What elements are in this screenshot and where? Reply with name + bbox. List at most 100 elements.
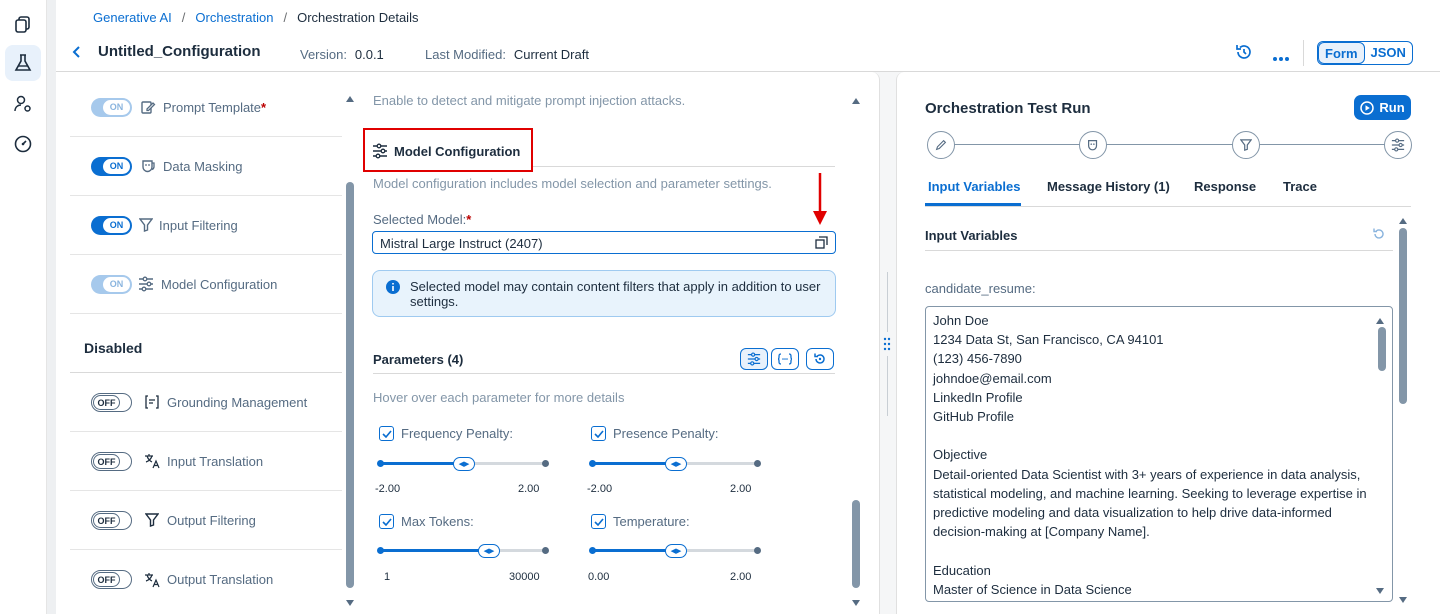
scroll-up-arrow[interactable] <box>346 90 354 102</box>
slider-handle[interactable]: ◀▶ <box>453 457 475 471</box>
resume-line: statistical modeling, and machine learni… <box>933 485 1367 501</box>
copy-icon[interactable] <box>5 6 41 42</box>
flask-icon[interactable] <box>5 45 41 81</box>
info-icon <box>386 280 400 297</box>
code-view-button[interactable] <box>771 348 799 370</box>
frequency-penalty-slider[interactable]: ◀▶ <box>377 457 549 471</box>
candidate-resume-textarea[interactable]: John Doe 1234 Data St, San Francisco, CA … <box>925 306 1393 602</box>
more-options-icon[interactable] <box>1272 49 1290 65</box>
scroll-up-arrow[interactable] <box>1376 312 1384 328</box>
resume-line: Master of Science in Data Science <box>933 581 1132 597</box>
sliders-icon <box>138 276 154 292</box>
run-button[interactable]: Run <box>1354 95 1411 120</box>
version-label: Version: <box>300 47 347 62</box>
breadcrumb-generative-ai[interactable]: Generative AI <box>93 10 172 25</box>
info-text: Selected model may contain content filte… <box>410 279 821 309</box>
user-settings-icon[interactable] <box>5 86 41 122</box>
sliders-view-button[interactable] <box>740 348 768 370</box>
test-run-scrollbar[interactable] <box>1399 228 1407 404</box>
scroll-up-arrow[interactable] <box>852 92 860 108</box>
slider-handle[interactable]: ◀▶ <box>478 544 500 558</box>
tab-trace[interactable]: Trace <box>1283 179 1317 194</box>
step-model-configuration[interactable] <box>1384 131 1412 159</box>
module-output-filtering[interactable]: OFF Output Filtering <box>70 491 342 550</box>
scroll-down-arrow[interactable] <box>346 594 354 606</box>
module-input-translation[interactable]: OFF Input Translation <box>70 432 342 491</box>
module-list-scrollbar[interactable] <box>346 182 354 588</box>
param-temperature: Temperature: <box>591 514 690 529</box>
scroll-down-arrow[interactable] <box>1376 582 1384 598</box>
input-filtering-toggle[interactable]: ON <box>91 215 132 235</box>
breadcrumb-orchestration[interactable]: Orchestration <box>195 10 273 25</box>
translate-icon <box>144 453 160 469</box>
scroll-down-arrow[interactable] <box>1399 591 1407 607</box>
presence-penalty-slider[interactable]: ◀▶ <box>589 457 761 471</box>
module-label: Prompt Template* <box>163 99 267 115</box>
tab-response[interactable]: Response <box>1194 179 1256 194</box>
model-configuration-toggle[interactable]: ON <box>91 274 132 294</box>
tab-message-history[interactable]: Message History (1) <box>1047 179 1170 194</box>
grounding-toggle[interactable]: OFF <box>91 392 132 412</box>
selected-model-field[interactable]: Mistral Large Instruct (2407) <box>372 231 836 254</box>
title-divider <box>533 166 835 167</box>
step-data-masking[interactable] <box>1079 131 1107 159</box>
temperature-slider[interactable]: ◀▶ <box>589 544 761 558</box>
stepper-line <box>942 144 1398 145</box>
output-translation-toggle[interactable]: OFF <box>91 570 132 589</box>
config-scrollbar[interactable] <box>852 500 860 588</box>
temperature-checkbox[interactable] <box>591 514 606 529</box>
prompt-shield-description: Enable to detect and mitigate prompt inj… <box>373 93 686 108</box>
reset-parameters-button[interactable] <box>806 348 834 370</box>
textarea-scrollbar[interactable] <box>1378 327 1386 371</box>
resume-line <box>933 426 1373 445</box>
resume-line: Objective <box>933 447 988 463</box>
module-input-filtering[interactable]: ON Input Filtering <box>70 196 342 255</box>
history-icon[interactable] <box>1235 43 1253 64</box>
frequency-penalty-checkbox[interactable] <box>379 426 394 441</box>
input-translation-toggle[interactable]: OFF <box>91 451 132 471</box>
prompt-template-toggle[interactable]: ON <box>91 97 132 117</box>
module-label: Output Filtering <box>167 512 256 528</box>
reset-icon[interactable] <box>1372 227 1386 244</box>
last-modified-label: Last Modified: <box>425 47 506 62</box>
param-label: Max Tokens: <box>401 514 474 529</box>
back-chevron-icon[interactable] <box>70 44 84 63</box>
slider-handle[interactable]: ◀▶ <box>665 457 687 471</box>
resume-line: Education <box>933 562 991 578</box>
step-prompt-template[interactable] <box>927 131 955 159</box>
sliders-icon <box>747 352 761 366</box>
max-tokens-slider[interactable]: ◀▶ <box>377 544 549 558</box>
max-tokens-checkbox[interactable] <box>379 514 394 529</box>
slider-handle[interactable]: ◀▶ <box>665 544 687 558</box>
module-model-configuration[interactable]: ON Model Configuration <box>70 255 342 314</box>
data-masking-toggle[interactable]: ON <box>91 156 132 176</box>
resume-line: decision-making at [Company Name]. <box>933 524 1150 540</box>
param-presence-penalty: Presence Penalty: <box>591 426 719 441</box>
dashboard-gauge-icon[interactable] <box>5 126 41 162</box>
scroll-up-arrow[interactable] <box>1399 212 1407 228</box>
module-prompt-template[interactable]: ON Prompt Template* <box>70 78 342 137</box>
pencil-doc-icon <box>140 99 156 115</box>
module-data-masking[interactable]: ON Data Masking <box>70 137 342 196</box>
resume-line: GitHub Profile <box>933 409 1014 425</box>
parameters-divider <box>373 373 835 374</box>
tab-input-variables[interactable]: Input Variables <box>928 179 1020 194</box>
range-max: 30000 <box>509 571 540 583</box>
output-filtering-toggle[interactable]: OFF <box>91 510 132 530</box>
left-navigation <box>0 0 47 614</box>
module-label: Output Translation <box>167 572 274 587</box>
json-view-button[interactable]: JSON <box>1365 42 1412 64</box>
presence-penalty-checkbox[interactable] <box>591 426 606 441</box>
sliders-icon <box>1391 138 1405 152</box>
module-output-translation[interactable]: OFF Output Translation <box>70 550 342 609</box>
step-input-filtering[interactable] <box>1232 131 1260 159</box>
scroll-down-arrow[interactable] <box>852 594 860 610</box>
version-info: Version: 0.0.1 <box>300 46 384 62</box>
module-grounding-management[interactable]: OFF Grounding Management <box>70 373 342 432</box>
disabled-heading: Disabled <box>84 340 143 356</box>
form-view-button[interactable]: Form <box>1318 42 1365 64</box>
parameters-hint: Hover over each parameter for more detai… <box>373 390 625 405</box>
value-help-icon[interactable] <box>815 236 828 252</box>
splitter-grip-icon[interactable] <box>883 336 891 355</box>
last-modified-value: Current Draft <box>513 47 589 62</box>
